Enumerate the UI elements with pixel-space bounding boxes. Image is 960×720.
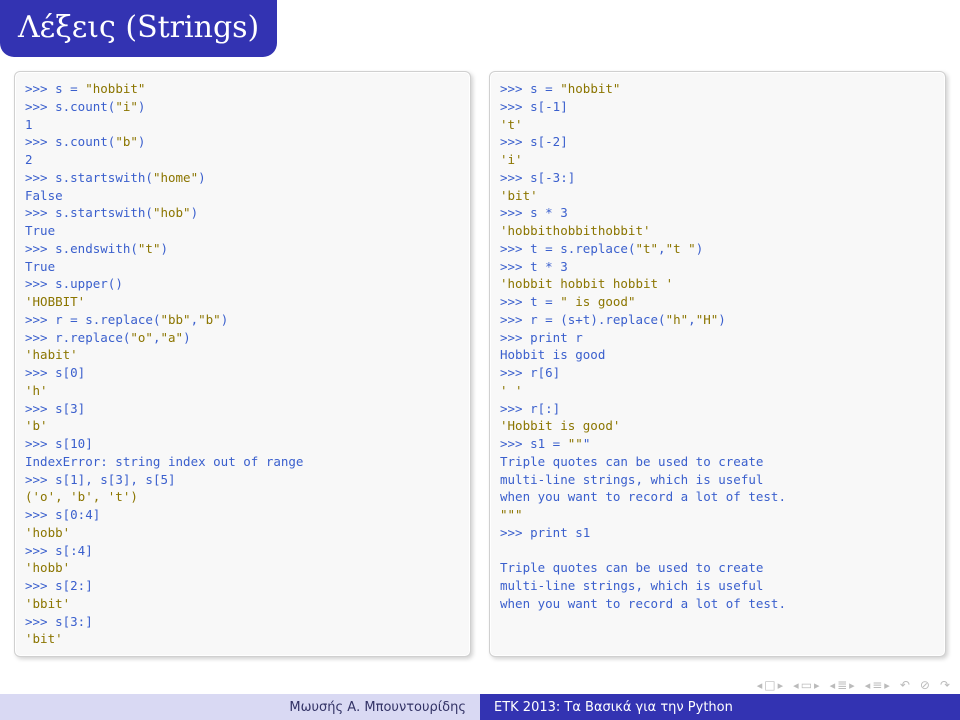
content-area: >>> s = "hobbit" >>> s.count("i") 1 >>> … (0, 57, 960, 657)
slide: Λέξεις (Strings) >>> s = "hobbit" >>> s.… (0, 0, 960, 720)
nav-icons: ◂□▸ ◂▭▸ ◂≣▸ ◂≡▸ ↶ ⊘ ↷ (757, 678, 950, 692)
left-code-box: >>> s = "hobbit" >>> s.count("i") 1 >>> … (14, 71, 471, 657)
footer-author: Μωυσής Α. Μπουντουρίδης (0, 694, 480, 720)
nav-search-icon[interactable]: ⊘ (920, 678, 930, 692)
right-code-box: >>> s = "hobbit" >>> s[-1] 't' >>> s[-2]… (489, 71, 946, 657)
nav-frame-back-icon[interactable]: ◂▭▸ (793, 678, 819, 692)
nav-subsection-icon[interactable]: ◂≡▸ (865, 678, 890, 692)
nav-undo-icon[interactable]: ↶ (900, 678, 910, 692)
footer-title: ΕΤΚ 2013: Τα Βασικά για την Python (480, 694, 960, 720)
nav-section-back-icon[interactable]: ◂≣▸ (830, 678, 855, 692)
footer: Μωυσής Α. Μπουντουρίδης ΕΤΚ 2013: Τα Βασ… (0, 694, 960, 720)
slide-title: Λέξεις (Strings) (0, 0, 277, 57)
nav-redo-icon[interactable]: ↷ (940, 678, 950, 692)
nav-slide-back-icon[interactable]: ◂□▸ (757, 678, 783, 692)
